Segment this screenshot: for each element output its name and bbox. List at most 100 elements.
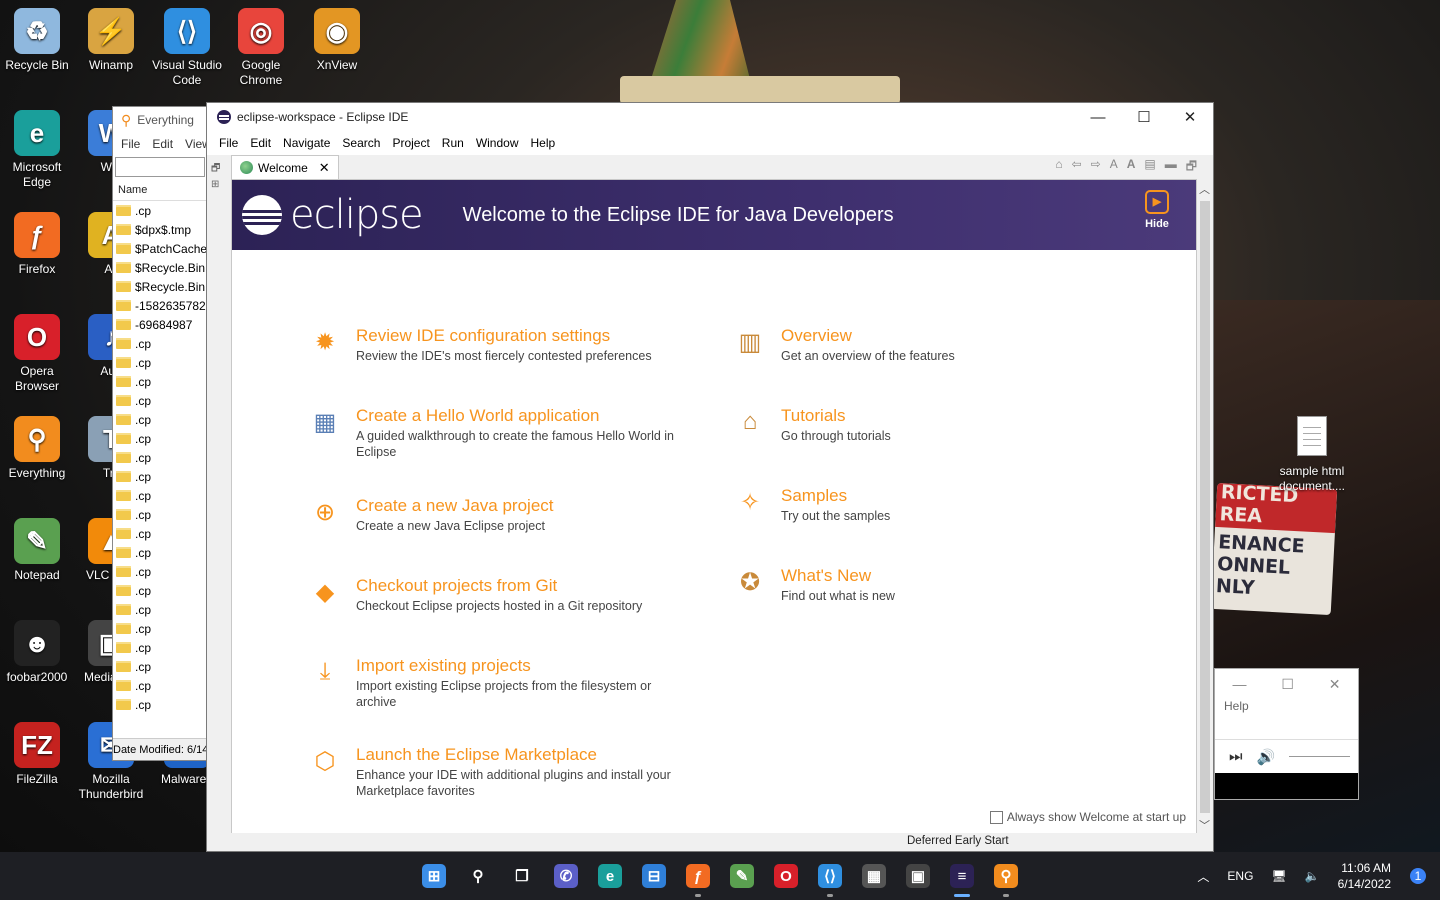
everything-result-row[interactable]: .cp — [113, 410, 207, 429]
welcome-action[interactable]: ✧ Samples Try out the samples — [719, 486, 1111, 524]
welcome-action[interactable]: ▦ Create a Hello World application A guide… — [294, 406, 686, 460]
welcome-action[interactable]: ◆ Checkout projects from Git Checkout Ecli… — [294, 576, 686, 614]
speaker-icon[interactable]: 🔈 — [1296, 869, 1329, 883]
desktop-icon[interactable]: ☻ foobar2000 — [0, 614, 74, 685]
welcome-action[interactable]: ⊕ Create a new Java project Create a new J… — [294, 496, 686, 534]
welcome-action[interactable]: ⤓ Import existing projects Import existing… — [294, 656, 686, 710]
desktop-icon[interactable]: ✎ Notepad — [0, 512, 74, 583]
desktop-file-html[interactable]: sample html document.... — [1274, 416, 1350, 494]
desktop-icon[interactable]: ♻ Recycle Bin — [0, 2, 74, 73]
close-button[interactable]: ✕ — [1167, 103, 1213, 131]
everything-window[interactable]: ⚲ Everything File Edit View Name .cp $dpx$… — [112, 106, 208, 761]
welcome-action[interactable]: ✪ What's New Find out what is new — [719, 566, 1111, 604]
desktop-icon[interactable]: ⟨⟩ Visual Studio Code — [150, 2, 224, 88]
everything-result-row[interactable]: -1582635782 — [113, 296, 207, 315]
taskbar-search-button[interactable]: ⚲ — [456, 852, 500, 900]
taskbar-opera-button[interactable]: O — [764, 852, 808, 900]
minimize-button[interactable]: — — [1075, 103, 1121, 131]
everything-result-row[interactable]: .cp — [113, 467, 207, 486]
everything-result-row[interactable]: .cp — [113, 562, 207, 581]
welcome-action-title[interactable]: Launch the Eclipse Marketplace — [356, 745, 686, 765]
everything-titlebar[interactable]: ⚲ Everything — [113, 107, 207, 133]
taskbar-notepad-button[interactable]: ✎ — [720, 852, 764, 900]
tab-welcome[interactable]: Welcome ✕ — [231, 155, 339, 179]
vertical-scrollbar[interactable]: ︿ ﹀ — [1197, 179, 1213, 835]
desktop-icon[interactable]: ƒ Firefox — [0, 206, 74, 277]
welcome-action[interactable]: ⬡ Launch the Eclipse Marketplace Enhance y… — [294, 745, 686, 799]
notification-badge[interactable]: 1 — [1410, 868, 1426, 884]
welcome-action-title[interactable]: Tutorials — [781, 406, 1111, 426]
everything-result-row[interactable]: .cp — [113, 448, 207, 467]
everything-result-row[interactable]: $Recycle.Bin — [113, 258, 207, 277]
desktop-icon[interactable]: O Opera Browser — [0, 308, 74, 394]
scroll-down-icon[interactable]: ﹀ — [1199, 817, 1210, 833]
everything-result-row[interactable]: .cp — [113, 201, 207, 220]
everything-result-row[interactable]: .cp — [113, 619, 207, 638]
media-close-button[interactable]: ✕ — [1329, 676, 1341, 693]
always-show-option[interactable]: Always show Welcome at start up — [989, 810, 1186, 824]
everything-result-row[interactable]: .cp — [113, 638, 207, 657]
taskbar-edge-button[interactable]: e — [588, 852, 632, 900]
taskbar-everything-button[interactable]: ⚲ — [984, 852, 1028, 900]
everything-result-row[interactable]: .cp — [113, 391, 207, 410]
network-icon[interactable]: 🖥 — [1262, 869, 1295, 883]
everything-result-row[interactable]: $Recycle.Bin — [113, 277, 207, 296]
everything-result-row[interactable]: -69684987 — [113, 315, 207, 334]
taskbar-media-button[interactable]: ▣ — [896, 852, 940, 900]
chevron-up-icon[interactable]: ︿ — [1188, 868, 1218, 885]
eclipse-titlebar[interactable]: eclipse-workspace - Eclipse IDE — ☐ ✕ — [207, 103, 1213, 131]
font-decrease-icon[interactable]: A — [1110, 157, 1118, 178]
next-track-icon[interactable]: ⏭ — [1229, 748, 1243, 765]
everything-result-row[interactable]: $PatchCache$ — [113, 239, 207, 258]
everything-result-row[interactable]: .cp — [113, 524, 207, 543]
welcome-action-title[interactable]: Import existing projects — [356, 656, 686, 676]
everything-column-name[interactable]: Name — [113, 179, 207, 201]
everything-result-row[interactable]: $dpx$.tmp — [113, 220, 207, 239]
desktop-icon[interactable]: ◎ Google Chrome — [224, 2, 298, 88]
taskbar-firefox-button[interactable]: ƒ — [676, 852, 720, 900]
welcome-action-title[interactable]: Create a Hello World application — [356, 406, 686, 426]
restore-perspective-button[interactable]: 🗗 ⊞ — [211, 161, 225, 193]
desktop-icon[interactable]: ⚡ Winamp — [74, 2, 148, 73]
tab-close-icon[interactable]: ✕ — [319, 160, 330, 176]
welcome-action-title[interactable]: Create a new Java project — [356, 496, 686, 516]
everything-result-row[interactable]: .cp — [113, 429, 207, 448]
desktop-icon[interactable]: e Microsoft Edge — [0, 104, 74, 190]
welcome-action[interactable]: ✹ Review IDE configuration settings Review… — [294, 326, 686, 364]
welcome-action-title[interactable]: Checkout projects from Git — [356, 576, 686, 596]
everything-result-row[interactable]: .cp — [113, 657, 207, 676]
menu-run[interactable]: Run — [436, 136, 470, 150]
taskbar-chat-button[interactable]: ✆ — [544, 852, 588, 900]
everything-search-input[interactable] — [115, 157, 205, 177]
back-icon[interactable]: ⇦ — [1072, 157, 1082, 178]
everything-menu-file[interactable]: File — [121, 137, 140, 151]
welcome-action-title[interactable]: What's New — [781, 566, 1111, 586]
desktop-icon[interactable]: ◉ XnView — [300, 2, 374, 73]
welcome-action-title[interactable]: Samples — [781, 486, 1111, 506]
welcome-action-title[interactable]: Review IDE configuration settings — [356, 326, 686, 346]
everything-result-row[interactable]: .cp — [113, 372, 207, 391]
taskbar-start-button[interactable]: ⊞ — [412, 852, 456, 900]
media-player-window[interactable]: — ☐ ✕ Help ⏭ 🔊 — [1214, 668, 1359, 800]
menu-window[interactable]: Window — [470, 136, 525, 150]
everything-result-row[interactable]: .cp — [113, 581, 207, 600]
menu-project[interactable]: Project — [386, 136, 435, 150]
taskbar-calculator-button[interactable]: ▦ — [852, 852, 896, 900]
media-minimize-button[interactable]: — — [1232, 676, 1246, 692]
welcome-action[interactable]: ⌂ Tutorials Go through tutorials — [719, 406, 1111, 444]
language-indicator[interactable]: ENG — [1218, 869, 1262, 883]
welcome-action-title[interactable]: Overview — [781, 326, 1111, 346]
desktop-icon[interactable]: ⚲ Everything — [0, 410, 74, 481]
maximize-view-icon[interactable]: 🗗 — [1186, 157, 1197, 178]
font-increase-icon[interactable]: A — [1127, 157, 1136, 178]
menu-help[interactable]: Help — [525, 136, 562, 150]
scroll-up-icon[interactable]: ︿ — [1199, 181, 1210, 197]
desktop-icon[interactable]: FZ FileZilla — [0, 716, 74, 787]
taskbar-store-button[interactable]: ⊟ — [632, 852, 676, 900]
welcome-action[interactable]: ▥ Overview Get an overview of the features — [719, 326, 1111, 364]
taskbar-eclipse-button[interactable]: ≡ — [940, 852, 984, 900]
everything-menu-view[interactable]: View — [185, 137, 207, 151]
menu-search[interactable]: Search — [336, 136, 386, 150]
customize-page-icon[interactable]: ▤ — [1144, 157, 1155, 178]
minimize-view-icon[interactable]: ▬ — [1165, 157, 1177, 178]
